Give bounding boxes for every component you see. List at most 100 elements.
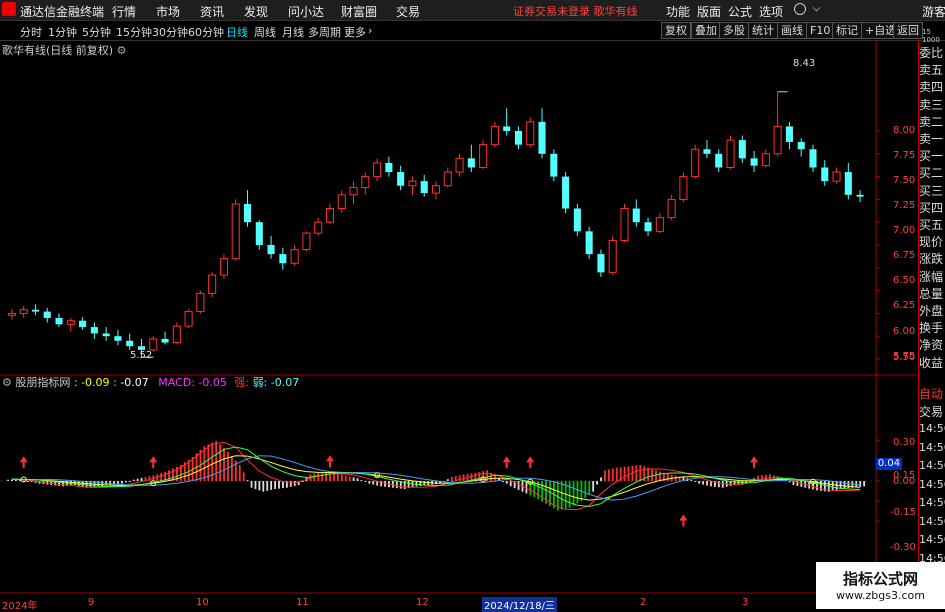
macd-bar bbox=[592, 481, 595, 492]
candle-body bbox=[126, 340, 134, 347]
menu-xuanxiang[interactable]: 选项 bbox=[759, 3, 783, 20]
macd-bar bbox=[117, 481, 119, 485]
y-tick: 7.50 bbox=[893, 175, 916, 186]
menu-faxian[interactable]: 发现 bbox=[244, 3, 268, 20]
menu-zixun[interactable]: 资讯 bbox=[200, 3, 224, 20]
up-arrow-icon bbox=[325, 455, 334, 468]
time-label: 14:56 bbox=[919, 477, 945, 491]
period-more[interactable]: 更多 bbox=[344, 24, 366, 40]
candle-body bbox=[19, 309, 28, 314]
macd-bar bbox=[698, 481, 701, 484]
btn-huaxian[interactable]: 画线 bbox=[777, 22, 807, 39]
macd-bar bbox=[128, 481, 131, 482]
period-15min[interactable]: 15分钟 bbox=[116, 24, 152, 40]
btn-duogu[interactable]: 多股 bbox=[719, 22, 749, 39]
period-30min[interactable]: 30分钟 bbox=[152, 24, 188, 40]
y-tick: 7.00 bbox=[893, 225, 916, 236]
macd-bar bbox=[843, 481, 846, 489]
menu-gongshi[interactable]: 公式 bbox=[728, 3, 752, 20]
btn-biaoji[interactable]: 标记 bbox=[832, 22, 862, 39]
macd-bar bbox=[270, 481, 273, 490]
y-tick-low: 5.50 bbox=[893, 352, 916, 363]
candle-body bbox=[738, 140, 746, 159]
y-tick: 6.00 bbox=[893, 326, 916, 337]
watermark-title: 指标公式网 bbox=[842, 570, 918, 588]
time-label: 14:56 bbox=[919, 514, 945, 528]
btn-back[interactable]: 返回 bbox=[893, 22, 923, 39]
period-fenshi[interactable]: 分时 bbox=[20, 24, 42, 40]
macd-bar bbox=[647, 467, 650, 481]
candle-body bbox=[55, 317, 63, 325]
macd-bar bbox=[348, 476, 351, 481]
candle-body bbox=[314, 221, 323, 234]
candle-body bbox=[550, 153, 558, 177]
login-status: 证券交易未登录 歌华有线 bbox=[513, 5, 638, 18]
macd-bar bbox=[706, 481, 708, 486]
macd-bar bbox=[278, 481, 280, 489]
candle-body bbox=[43, 311, 51, 318]
info-label: 净资 bbox=[919, 338, 944, 353]
corner-label: 15 bbox=[922, 28, 931, 36]
menu-caifuquan[interactable]: 财富圈 bbox=[341, 3, 377, 20]
dif-line bbox=[11, 441, 861, 511]
macd-bar bbox=[509, 481, 512, 487]
indicator-name: 股朋指标网 bbox=[15, 376, 71, 389]
candle-body bbox=[90, 327, 98, 334]
app-title: 通达信金融终端 bbox=[20, 5, 105, 19]
menu-gongneng[interactable]: 功能 bbox=[666, 3, 690, 20]
macd-bar bbox=[659, 471, 661, 481]
candle-body bbox=[66, 320, 75, 325]
period-60min[interactable]: 60分钟 bbox=[188, 24, 224, 40]
corner-label: 1000 bbox=[922, 36, 940, 44]
macd-bar bbox=[325, 472, 328, 481]
macd-bar bbox=[97, 481, 100, 487]
macd-bar bbox=[702, 481, 705, 485]
watermark: 指标公式网 www.zbgs3.com bbox=[816, 562, 945, 609]
candle-body bbox=[325, 208, 335, 223]
menu-banmian[interactable]: 版面 bbox=[697, 3, 721, 20]
period-multi[interactable]: 多周期 bbox=[308, 24, 341, 40]
candle-body bbox=[761, 153, 770, 167]
macd-bar bbox=[541, 481, 544, 502]
user-icon[interactable] bbox=[794, 3, 806, 15]
menu-jiaoyi[interactable]: 交易 bbox=[396, 3, 420, 20]
period-daily[interactable]: 日线 bbox=[226, 24, 248, 40]
x-tick: 10 bbox=[196, 597, 209, 608]
period-monthly[interactable]: 月线 bbox=[282, 24, 304, 40]
menu-hangqing[interactable]: 行情 bbox=[112, 3, 136, 20]
macd-bar bbox=[227, 451, 229, 481]
candle-body bbox=[785, 126, 793, 142]
candle-body bbox=[726, 139, 735, 168]
indicator-v1: -0.09 bbox=[81, 376, 110, 389]
settings-icon[interactable]: ⚙ bbox=[117, 44, 127, 57]
btn-tongji[interactable]: 统计 bbox=[748, 22, 778, 39]
macd-bar bbox=[462, 474, 465, 481]
settings-icon[interactable]: ⚙ bbox=[2, 376, 12, 389]
chart-area[interactable] bbox=[0, 40, 918, 596]
user-label[interactable]: 游客 bbox=[922, 3, 945, 20]
y-tick: 6.75 bbox=[893, 250, 916, 261]
candle-body bbox=[243, 203, 252, 223]
btn-f10[interactable]: F10 bbox=[806, 22, 835, 39]
candle-body bbox=[585, 231, 593, 255]
candle-body bbox=[655, 217, 664, 232]
app-logo-icon bbox=[2, 2, 16, 16]
chevron-down-icon[interactable] bbox=[812, 3, 821, 12]
x-tick: 12 bbox=[416, 597, 429, 608]
chevron-right-icon[interactable]: › bbox=[368, 24, 372, 37]
trade-label: 交易 bbox=[919, 405, 944, 419]
btn-diejia[interactable]: 叠加 bbox=[691, 22, 721, 39]
candle-body bbox=[267, 245, 275, 255]
candle-body bbox=[172, 325, 181, 344]
period-weekly[interactable]: 周线 bbox=[254, 24, 276, 40]
btn-fuquan[interactable]: 复权 bbox=[661, 22, 691, 39]
macd-bar bbox=[109, 481, 112, 486]
info-label: 卖四 bbox=[919, 80, 944, 95]
period-1min[interactable]: 1分钟 bbox=[48, 24, 77, 40]
candle-body bbox=[208, 274, 217, 294]
period-5min[interactable]: 5分钟 bbox=[82, 24, 111, 40]
menu-wenxiaoda[interactable]: 问小达 bbox=[288, 3, 324, 20]
menu-shichang[interactable]: 市场 bbox=[156, 3, 180, 20]
auto-trade-toggle[interactable]: 自动 bbox=[919, 385, 945, 403]
menu-bar: 通达信金融终端 行情 市场 资讯 发现 问小达 财富圈 交易 证券交易未登录 歌… bbox=[0, 0, 945, 21]
